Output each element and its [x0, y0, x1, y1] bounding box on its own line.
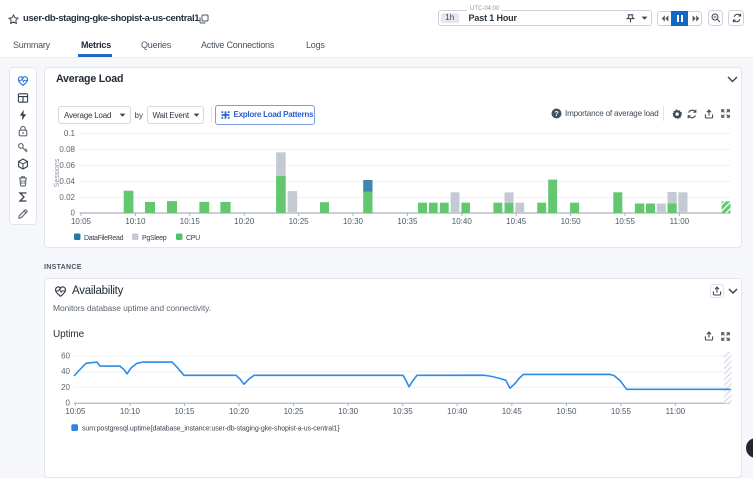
svg-text:10:45: 10:45	[506, 217, 527, 226]
svg-text:10:45: 10:45	[502, 407, 523, 416]
svg-text:sum:postgresql.uptime{database: sum:postgresql.uptime{database_instance:…	[82, 426, 340, 433]
svg-text:10:40: 10:40	[452, 217, 473, 226]
svg-text:10:20: 10:20	[234, 217, 255, 226]
svg-text:10:15: 10:15	[180, 217, 201, 226]
svg-text:CPU: CPU	[186, 235, 200, 242]
svg-text:0.06: 0.06	[59, 161, 75, 170]
svg-text:11:00: 11:00	[670, 217, 690, 226]
svg-text:10:10: 10:10	[125, 217, 146, 226]
svg-text:DataFileRead: DataFileRead	[84, 235, 124, 242]
svg-text:10:30: 10:30	[338, 407, 359, 416]
svg-text:10:50: 10:50	[561, 217, 582, 226]
svg-text:10:30: 10:30	[343, 217, 364, 226]
svg-text:10:25: 10:25	[289, 217, 310, 226]
svg-text:?: ?	[554, 111, 558, 118]
svg-text:60: 60	[61, 352, 70, 361]
svg-text:10:20: 10:20	[229, 407, 250, 416]
svg-text:10:55: 10:55	[615, 217, 636, 226]
svg-text:0.04: 0.04	[59, 177, 75, 186]
svg-text:11:00: 11:00	[666, 407, 686, 416]
svg-text:0.1: 0.1	[64, 129, 76, 138]
svg-text:10:05: 10:05	[65, 407, 86, 416]
svg-text:10:25: 10:25	[284, 407, 305, 416]
svg-text:0.08: 0.08	[59, 145, 75, 154]
svg-text:20: 20	[61, 383, 70, 392]
svg-text:10:55: 10:55	[611, 407, 632, 416]
svg-text:0.02: 0.02	[59, 193, 75, 202]
svg-text:10:50: 10:50	[556, 407, 577, 416]
svg-text:10:05: 10:05	[71, 217, 92, 226]
svg-text:10:35: 10:35	[393, 407, 414, 416]
svg-text:Sessions: Sessions	[54, 158, 61, 187]
svg-text:10:40: 10:40	[447, 407, 468, 416]
svg-text:PgSleep: PgSleep	[142, 235, 167, 242]
svg-text:10:15: 10:15	[174, 407, 195, 416]
svg-text:10:35: 10:35	[397, 217, 418, 226]
svg-text:10:10: 10:10	[120, 407, 141, 416]
svg-text:40: 40	[61, 367, 70, 376]
